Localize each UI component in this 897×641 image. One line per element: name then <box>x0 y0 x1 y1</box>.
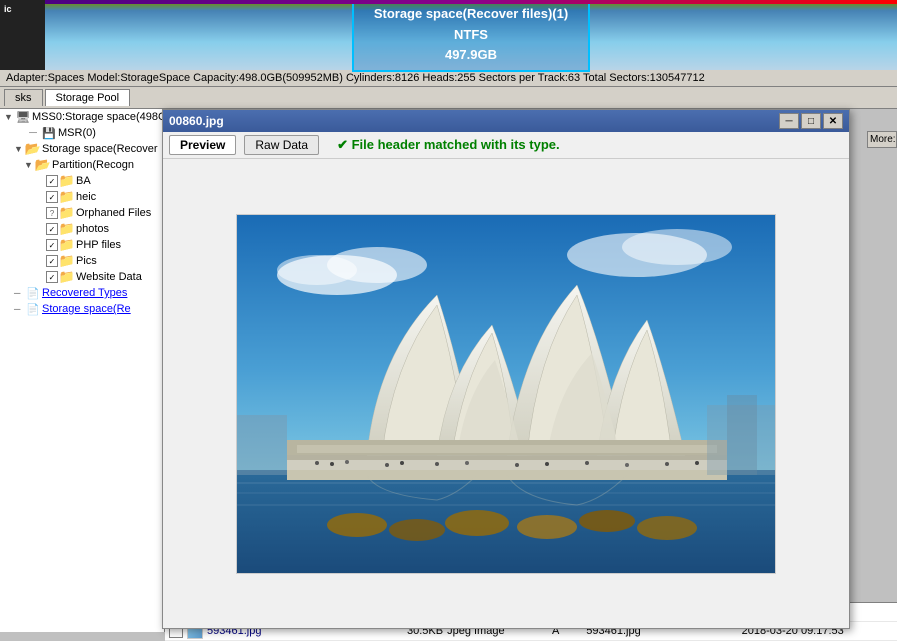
top-banner-content: Storage space(Recover files)(1) NTFS 497… <box>45 0 897 72</box>
folder-photos-icon: 📁 <box>60 222 74 236</box>
tree-label-website: Website Data <box>76 271 142 283</box>
partition-folder-icon: 📂 <box>36 158 50 172</box>
expand-mss0[interactable]: ▼ <box>4 112 14 122</box>
tree-item-photos[interactable]: ✓ 📁 photos <box>0 221 164 237</box>
top-banner-bar <box>45 0 897 4</box>
tree-item-storage2[interactable]: ─ 📄 Storage space(Re <box>0 301 164 317</box>
folder-php-icon: 📁 <box>60 238 74 252</box>
tree-label-storage2[interactable]: Storage space(Re <box>42 303 131 315</box>
tree-item-mss0[interactable]: ▼ 🖥 MSS0:Storage space(498G <box>0 109 164 125</box>
preview-image <box>236 214 776 574</box>
info-bar: Adapter:Spaces Model:StorageSpace Capaci… <box>0 70 897 87</box>
tree-label-ba: BA <box>76 175 91 187</box>
top-banner: ic Storage space(Recover files)(1) NTFS … <box>0 0 897 70</box>
top-banner-side: ic <box>0 0 45 70</box>
storage2-icon: 📄 <box>26 302 40 316</box>
toolbar: sks Storage Pool <box>0 87 897 109</box>
banner-title2: NTFS <box>374 25 568 46</box>
minimize-button[interactable]: ─ <box>779 113 799 129</box>
tree-item-pics[interactable]: ✓ 📁 Pics <box>0 253 164 269</box>
tree-label-storage: Storage space(Recover <box>42 143 158 155</box>
expand-recovered: ─ <box>14 288 24 298</box>
recovered-icon: 📄 <box>26 286 40 300</box>
tree-label-recovered[interactable]: Recovered Types <box>42 287 127 299</box>
checkbox-website[interactable]: ✓ <box>46 271 58 283</box>
checkbox-heic[interactable]: ✓ <box>46 191 58 203</box>
tree-item-heic[interactable]: ✓ 📁 heic <box>0 189 164 205</box>
checkbox-ba[interactable]: ✓ <box>46 175 58 187</box>
banner-title3: 497.9GB <box>374 45 568 66</box>
tree-item-partition[interactable]: ▼ 📂 Partition(Recogn <box>0 157 164 173</box>
opera-house-svg <box>237 215 776 574</box>
tree-label-pics: Pics <box>76 255 97 267</box>
expand-storage2: ─ <box>14 304 24 314</box>
tree-item-recovered[interactable]: ─ 📄 Recovered Types <box>0 285 164 301</box>
modal-controls: ─ □ ✕ <box>779 113 843 129</box>
checkbox-pics[interactable]: ✓ <box>46 255 58 267</box>
modal-window: 00860.jpg ─ □ ✕ Preview Raw Data ✔ File … <box>162 109 850 629</box>
modal-title: 00860.jpg <box>169 114 224 128</box>
folder-pics-icon: 📁 <box>60 254 74 268</box>
tree-label-partition: Partition(Recogn <box>52 159 134 171</box>
dash-icon: ─ <box>26 126 40 140</box>
folder-question-icon: 📁 <box>60 206 74 220</box>
maximize-button[interactable]: □ <box>801 113 821 129</box>
info-bar-text: Adapter:Spaces Model:StorageSpace Capaci… <box>6 72 705 84</box>
tree-label-php: PHP files <box>76 239 121 251</box>
hdd-icon: 💾 <box>42 126 56 140</box>
folder-open-icon: 📂 <box>26 142 40 156</box>
tree-label-orphaned: Orphaned Files <box>76 207 151 219</box>
main-area: ▼ 🖥 MSS0:Storage space(498G ─ 💾 MSR(0) ▼… <box>0 109 897 632</box>
side-label: ic <box>4 4 12 16</box>
tree-item-orphaned[interactable]: ? 📁 Orphaned Files <box>0 205 164 221</box>
banner-box: Storage space(Recover files)(1) NTFS 497… <box>352 0 590 72</box>
modal-titlebar: 00860.jpg ─ □ ✕ <box>163 110 849 132</box>
tree-label-photos: photos <box>76 223 109 235</box>
more-button[interactable]: More: <box>867 131 897 148</box>
checkbox-orphaned[interactable]: ? <box>46 207 58 219</box>
tree-item-php[interactable]: ✓ 📁 PHP files <box>0 237 164 253</box>
close-button[interactable]: ✕ <box>823 113 843 129</box>
tree-label-msr: MSR(0) <box>58 127 96 139</box>
folder-ba-icon: 📁 <box>60 174 74 188</box>
tree-item-storage-recover[interactable]: ▼ 📂 Storage space(Recover <box>0 141 164 157</box>
header-match-text: ✔ File header matched with its type. <box>337 137 560 153</box>
tree-item-website[interactable]: ✓ 📁 Website Data <box>0 269 164 285</box>
tree-label-heic: heic <box>76 191 96 203</box>
folder-website-icon: 📁 <box>60 270 74 284</box>
tree-item-ba[interactable]: ✓ 📁 BA <box>0 173 164 189</box>
tree-item-msr[interactable]: ─ 💾 MSR(0) <box>0 125 164 141</box>
checkbox-photos[interactable]: ✓ <box>46 223 58 235</box>
tab-tasks[interactable]: sks <box>4 89 43 106</box>
tree-label-mss0: MSS0:Storage space(498G <box>32 111 165 123</box>
tab-preview[interactable]: Preview <box>169 135 236 155</box>
banner-title1: Storage space(Recover files)(1) <box>374 4 568 25</box>
checkbox-php[interactable]: ✓ <box>46 239 58 251</box>
modal-preview-content <box>163 159 849 628</box>
tab-raw-data[interactable]: Raw Data <box>244 135 319 155</box>
folder-heic-icon: 📁 <box>60 190 74 204</box>
expand-storage[interactable]: ▼ <box>14 144 24 154</box>
expand-partition[interactable]: ▼ <box>24 160 34 170</box>
modal-toolbar: Preview Raw Data ✔ File header matched w… <box>163 132 849 159</box>
sidebar-tree: ▼ 🖥 MSS0:Storage space(498G ─ 💾 MSR(0) ▼… <box>0 109 165 632</box>
tab-storage-pool[interactable]: Storage Pool <box>45 89 131 106</box>
computer-icon: 🖥 <box>16 110 30 124</box>
